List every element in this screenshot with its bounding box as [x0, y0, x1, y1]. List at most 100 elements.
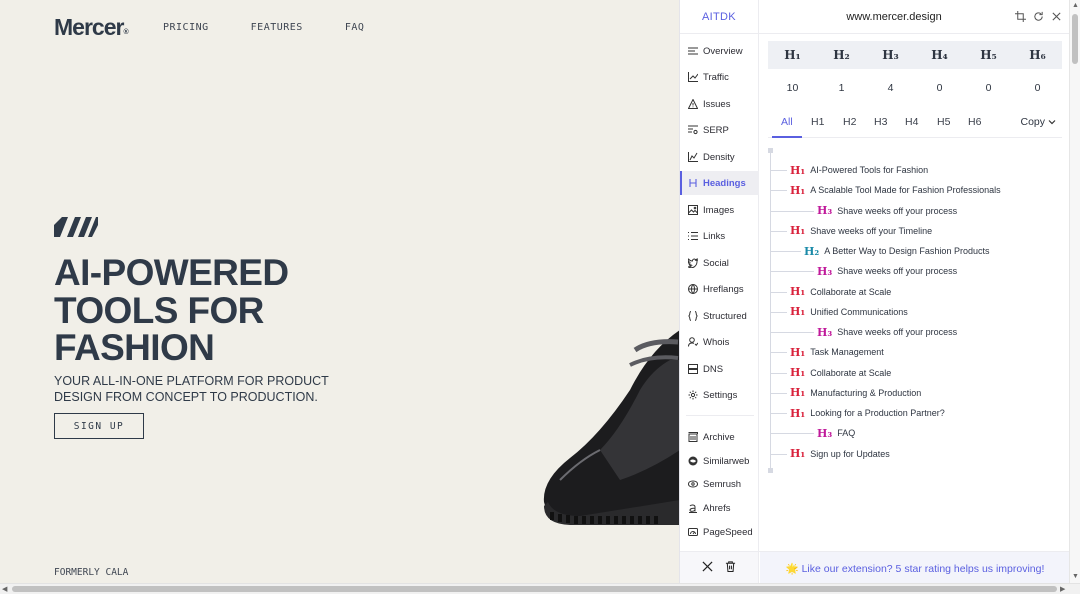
- count-value-h2: 1: [838, 82, 845, 94]
- similarweb-icon: [688, 456, 698, 466]
- tab-h2[interactable]: H2: [843, 116, 856, 128]
- twitter-icon: [688, 258, 698, 268]
- semrush-icon: [688, 480, 698, 488]
- heading-level-tag: H₁: [790, 386, 806, 400]
- horizontal-scrollbar[interactable]: ◀ ▶: [0, 583, 1080, 594]
- scroll-down-icon[interactable]: ▼: [1072, 573, 1079, 580]
- heading-level-tag: H₃: [817, 325, 833, 339]
- sidebar-item-social[interactable]: Social: [680, 251, 759, 275]
- sidebar-label: Traffic: [703, 71, 729, 83]
- serp-icon: [688, 125, 698, 135]
- rating-banner[interactable]: 🌟 Like our extension? 5 star rating help…: [760, 552, 1070, 584]
- tree-branch: [771, 190, 787, 192]
- tab-h6[interactable]: H6: [968, 116, 981, 128]
- copy-label: Copy: [1020, 116, 1045, 128]
- sidebar-item-archive[interactable]: Archive: [680, 425, 759, 449]
- horizontal-scroll-thumb[interactable]: [12, 586, 1057, 592]
- sidebar-item-overview[interactable]: Overview: [680, 39, 759, 63]
- heading-node[interactable]: H₃ Shave weeks off your process: [817, 203, 957, 219]
- tree-branch: [771, 413, 787, 414]
- sidebar-item-issues[interactable]: Issues: [680, 92, 759, 116]
- nav-features[interactable]: FEATURES: [251, 22, 303, 33]
- heading-node[interactable]: H₁ Task Management: [790, 344, 884, 360]
- crop-icon[interactable]: [1014, 10, 1026, 22]
- heading-node[interactable]: H₁ AI-Powered Tools for Fashion: [790, 162, 928, 178]
- sidebar-item-similarweb[interactable]: Similarweb: [680, 449, 759, 473]
- heading-node[interactable]: H₃ Shave weeks off your process: [817, 263, 957, 279]
- tree-cap-bottom: [768, 468, 773, 473]
- heading-level-tag: H₃: [817, 426, 833, 440]
- heading-node[interactable]: H₂ A Better Way to Design Fashion Product…: [804, 243, 989, 259]
- x-twitter-icon[interactable]: [702, 559, 713, 577]
- mercer-logo[interactable]: Mercer®: [54, 14, 129, 41]
- sidebar-item-pagespeed[interactable]: PageSpeed: [680, 520, 759, 544]
- panel-sidebar: Overview Traffic Issues SERP Density Hea…: [680, 34, 759, 551]
- speed-icon: [688, 528, 698, 536]
- heading-node[interactable]: H₃ FAQ: [817, 425, 855, 441]
- sidebar-item-density[interactable]: Density: [680, 145, 759, 169]
- vertical-scrollbar[interactable]: ▲ ▼: [1069, 0, 1080, 583]
- heading-node[interactable]: H₁ Collaborate at Scale: [790, 284, 891, 300]
- sidebar-label: Issues: [703, 98, 731, 110]
- nav-faq[interactable]: FAQ: [345, 22, 365, 33]
- heading-text: Shave weeks off your process: [837, 327, 958, 337]
- sidebar-item-ahrefs[interactable]: Ahrefs: [680, 496, 759, 520]
- tree-branch: [771, 392, 787, 394]
- panel-footer: 🌟 Like our extension? 5 star rating help…: [680, 551, 1070, 584]
- tab-all[interactable]: All: [781, 116, 793, 128]
- sidebar-item-semrush[interactable]: Semrush: [680, 472, 759, 496]
- brand-label[interactable]: AITDK: [680, 0, 759, 34]
- globe-icon: [688, 284, 698, 294]
- sidebar-label: Density: [703, 151, 735, 163]
- sidebar-item-headings[interactable]: Headings: [680, 171, 759, 195]
- heading-level-tag: H₃: [817, 204, 833, 217]
- sidebar-label: Images: [703, 204, 735, 216]
- sidebar-label: Archive: [703, 431, 735, 443]
- sidebar-item-dns[interactable]: DNS: [680, 357, 759, 381]
- close-icon[interactable]: [1050, 10, 1062, 22]
- tree-branch: [771, 291, 787, 293]
- heading-text: Shave weeks off your process: [837, 205, 958, 216]
- sidebar-label: Overview: [703, 45, 743, 57]
- sidebar-item-whois[interactable]: Whois: [680, 330, 759, 354]
- archive-icon: [688, 432, 698, 442]
- heading-node[interactable]: H₁ Looking for a Production Partner?: [790, 405, 945, 421]
- count-value-h1: 10: [786, 82, 799, 94]
- sidebar-label: Hreflangs: [703, 283, 744, 295]
- tab-h4[interactable]: H4: [905, 116, 918, 128]
- sidebar-item-settings[interactable]: Settings: [680, 383, 759, 407]
- sidebar-label: Whois: [703, 336, 730, 348]
- sign-up-button[interactable]: SIGN UP: [54, 413, 144, 439]
- sidebar-item-images[interactable]: Images: [680, 198, 759, 222]
- heading-node[interactable]: H₁ Shave weeks off your Timeline: [790, 223, 932, 239]
- heading-node[interactable]: H₃ Shave weeks off your process: [817, 324, 957, 340]
- heading-node[interactable]: H₁ Collaborate at Scale: [790, 365, 891, 381]
- vertical-scroll-thumb[interactable]: [1072, 14, 1078, 64]
- heading-level-tag: H₁: [790, 305, 806, 319]
- scroll-right-icon[interactable]: ▶: [1060, 585, 1065, 593]
- heading-level-tag: H₁: [790, 366, 806, 379]
- heading-node[interactable]: H₁ Unified Communications: [790, 304, 908, 320]
- tab-h1[interactable]: H1: [811, 116, 824, 128]
- sidebar-item-serp[interactable]: SERP: [680, 118, 759, 142]
- copy-dropdown[interactable]: Copy: [1020, 116, 1056, 128]
- scroll-left-icon[interactable]: ◀: [2, 585, 7, 593]
- tab-h5[interactable]: H5: [937, 116, 950, 128]
- trash-icon[interactable]: [725, 559, 736, 577]
- refresh-icon[interactable]: [1032, 10, 1044, 22]
- heading-node[interactable]: H₁ A Scalable Tool Made for Fashion Profe…: [790, 182, 1001, 198]
- heading-node[interactable]: H₁ Manufacturing & Production: [790, 385, 921, 401]
- counts-header-row: H₁ H₂ H₃ H₄ H₅ H₆: [768, 41, 1062, 69]
- sidebar-item-links[interactable]: Links: [680, 224, 759, 248]
- sidebar-label: Social: [703, 257, 729, 269]
- scroll-up-icon[interactable]: ▲: [1072, 2, 1079, 9]
- sidebar-item-structured[interactable]: Structured: [680, 304, 759, 328]
- user-icon: [688, 337, 698, 347]
- hero-subtitle: YOUR ALL-IN-ONE PLATFORM FOR PRODUCT DES…: [54, 374, 329, 404]
- heading-node[interactable]: H₁ Sign up for Updates: [790, 446, 890, 462]
- sidebar-item-traffic[interactable]: Traffic: [680, 65, 759, 89]
- count-header-h1: H₁: [784, 48, 801, 62]
- tab-h3[interactable]: H3: [874, 116, 887, 128]
- nav-pricing[interactable]: PRICING: [163, 22, 209, 33]
- sidebar-item-hreflangs[interactable]: Hreflangs: [680, 277, 759, 301]
